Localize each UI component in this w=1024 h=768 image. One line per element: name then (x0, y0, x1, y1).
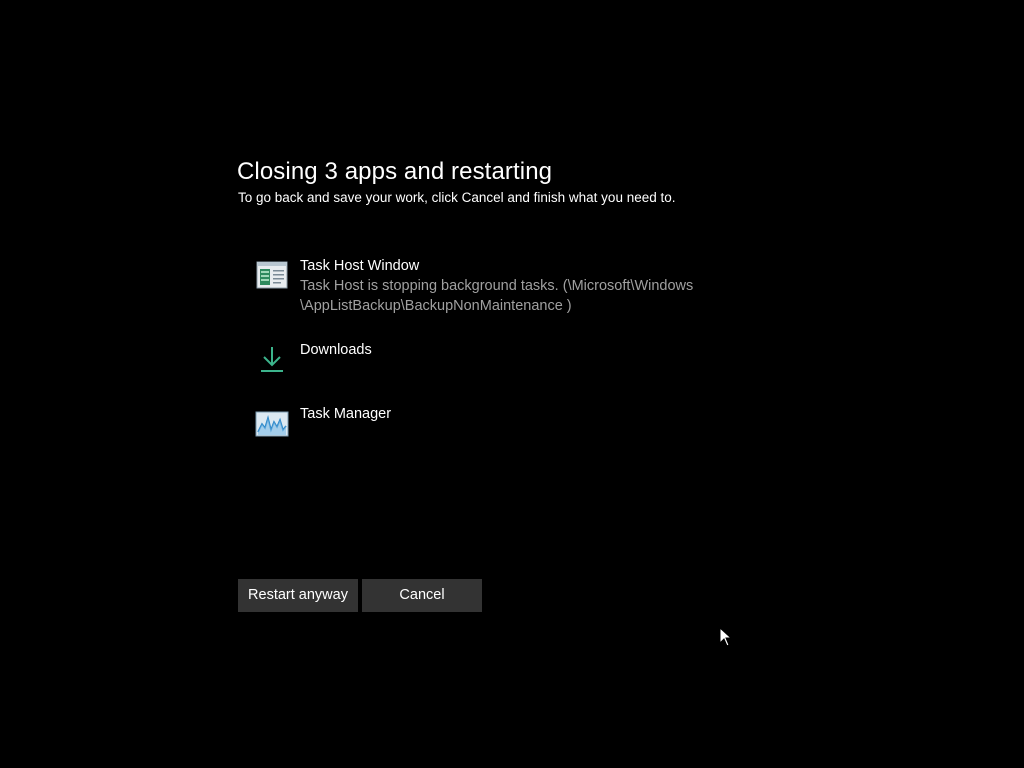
app-name: Downloads (300, 342, 372, 358)
app-list: Task Host Window Task Host is stopping b… (255, 256, 775, 468)
app-description: Task Host is stopping background tasks. … (300, 278, 694, 294)
task-manager-icon (255, 408, 289, 438)
list-item-downloads: Downloads (255, 340, 775, 404)
list-item-task-manager: Task Manager (255, 404, 775, 468)
page-subtitle: To go back and save your work, click Can… (238, 190, 676, 205)
cancel-button[interactable]: Cancel (362, 579, 482, 612)
app-name: Task Host Window (300, 258, 420, 274)
app-name: Task Manager (300, 406, 392, 422)
app-description: \AppListBackup\BackupNonMaintenance ) (300, 298, 572, 314)
download-arrow-icon (255, 344, 289, 374)
mouse-pointer-icon (719, 626, 733, 647)
task-host-window-icon (255, 260, 289, 290)
restart-screen: Closing 3 apps and restarting To go back… (0, 0, 1024, 768)
list-item-task-host-window: Task Host Window Task Host is stopping b… (255, 256, 775, 340)
page-title: Closing 3 apps and restarting (237, 158, 553, 185)
restart-anyway-button[interactable]: Restart anyway (238, 579, 358, 612)
